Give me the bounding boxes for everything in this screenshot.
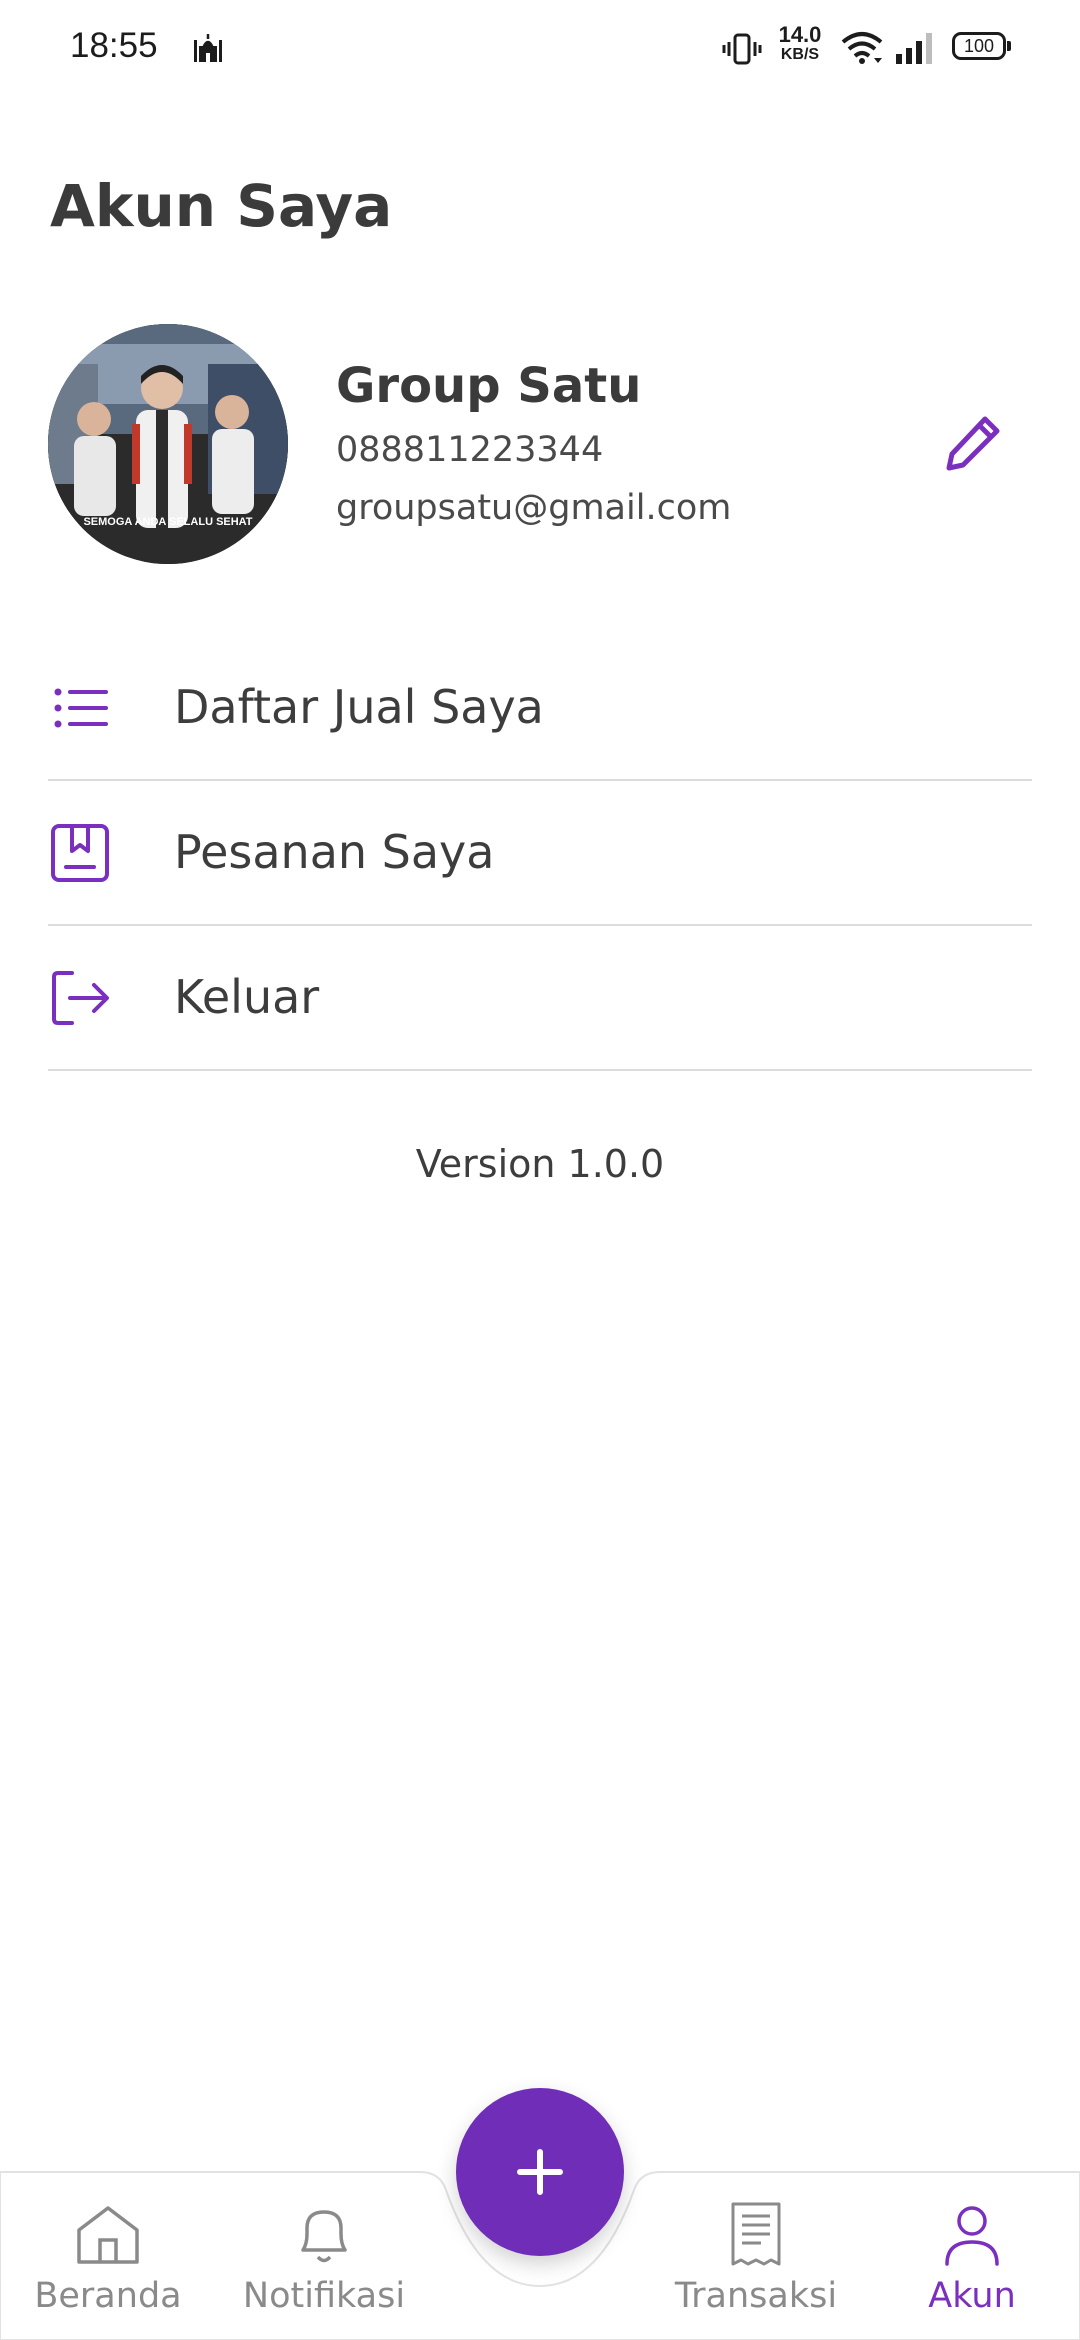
logout-icon xyxy=(48,966,112,1030)
status-time: 18:55 xyxy=(70,26,158,65)
app-version: Version 1.0.0 xyxy=(415,1142,665,1186)
nav-item-notifikasi[interactable]: Notifikasi xyxy=(224,2200,424,2340)
nav-label: Notifikasi xyxy=(242,2276,406,2316)
person-icon xyxy=(945,2206,999,2266)
menu-item-label: Pesanan Saya xyxy=(174,825,495,879)
avatar-caption: SEMOGA ANDA SELALU SEHAT xyxy=(83,516,253,528)
nav-item-akun[interactable]: Akun xyxy=(872,2200,1072,2340)
receipt-icon xyxy=(731,2202,781,2266)
network-speed: 14.0 KB/S xyxy=(772,24,828,63)
menu-item-label: Keluar xyxy=(174,970,320,1024)
menu-item-label: Daftar Jual Saya xyxy=(174,680,544,734)
nav-label: Akun xyxy=(928,2276,1016,2316)
list-icon xyxy=(48,676,112,740)
plus-icon xyxy=(517,2149,563,2195)
profile-phone: 088811223344 xyxy=(336,430,604,470)
pencil-icon xyxy=(946,416,1000,471)
nav-item-beranda[interactable]: Beranda xyxy=(8,2200,208,2340)
page-title: Akun Saya xyxy=(50,172,393,240)
wifi-icon xyxy=(841,32,883,64)
mosque-icon xyxy=(194,34,222,62)
edit-profile-button[interactable] xyxy=(938,408,1008,478)
bookmark-box-icon xyxy=(48,821,112,885)
vibrate-icon xyxy=(722,33,762,65)
menu-item-keluar[interactable]: Keluar xyxy=(48,926,1032,1071)
menu-item-pesanan[interactable]: Pesanan Saya xyxy=(48,781,1032,926)
signal-icon xyxy=(896,33,932,64)
nav-item-transaksi[interactable]: Transaksi xyxy=(656,2200,856,2340)
profile-name: Group Satu xyxy=(336,358,642,414)
profile-email: groupsatu@gmail.com xyxy=(336,488,732,528)
home-icon xyxy=(77,2206,139,2264)
bell-icon xyxy=(301,2210,347,2263)
menu-item-daftar-jual[interactable]: Daftar Jual Saya xyxy=(48,636,1032,781)
battery-icon: 100 xyxy=(952,32,1011,60)
nav-label: Transaksi xyxy=(674,2276,838,2316)
network-speed-unit: KB/S xyxy=(780,46,820,63)
nav-label: Beranda xyxy=(34,2276,182,2316)
avatar: SEMOGA ANDA SELALU SEHAT xyxy=(48,324,288,564)
status-bar: 18:55 14.0 KB/S 100 xyxy=(0,0,1080,100)
account-menu: Daftar Jual Saya Pesanan Saya Keluar xyxy=(48,636,1032,1071)
network-speed-value: 14.0 xyxy=(778,22,822,47)
add-product-button[interactable] xyxy=(456,2088,624,2256)
